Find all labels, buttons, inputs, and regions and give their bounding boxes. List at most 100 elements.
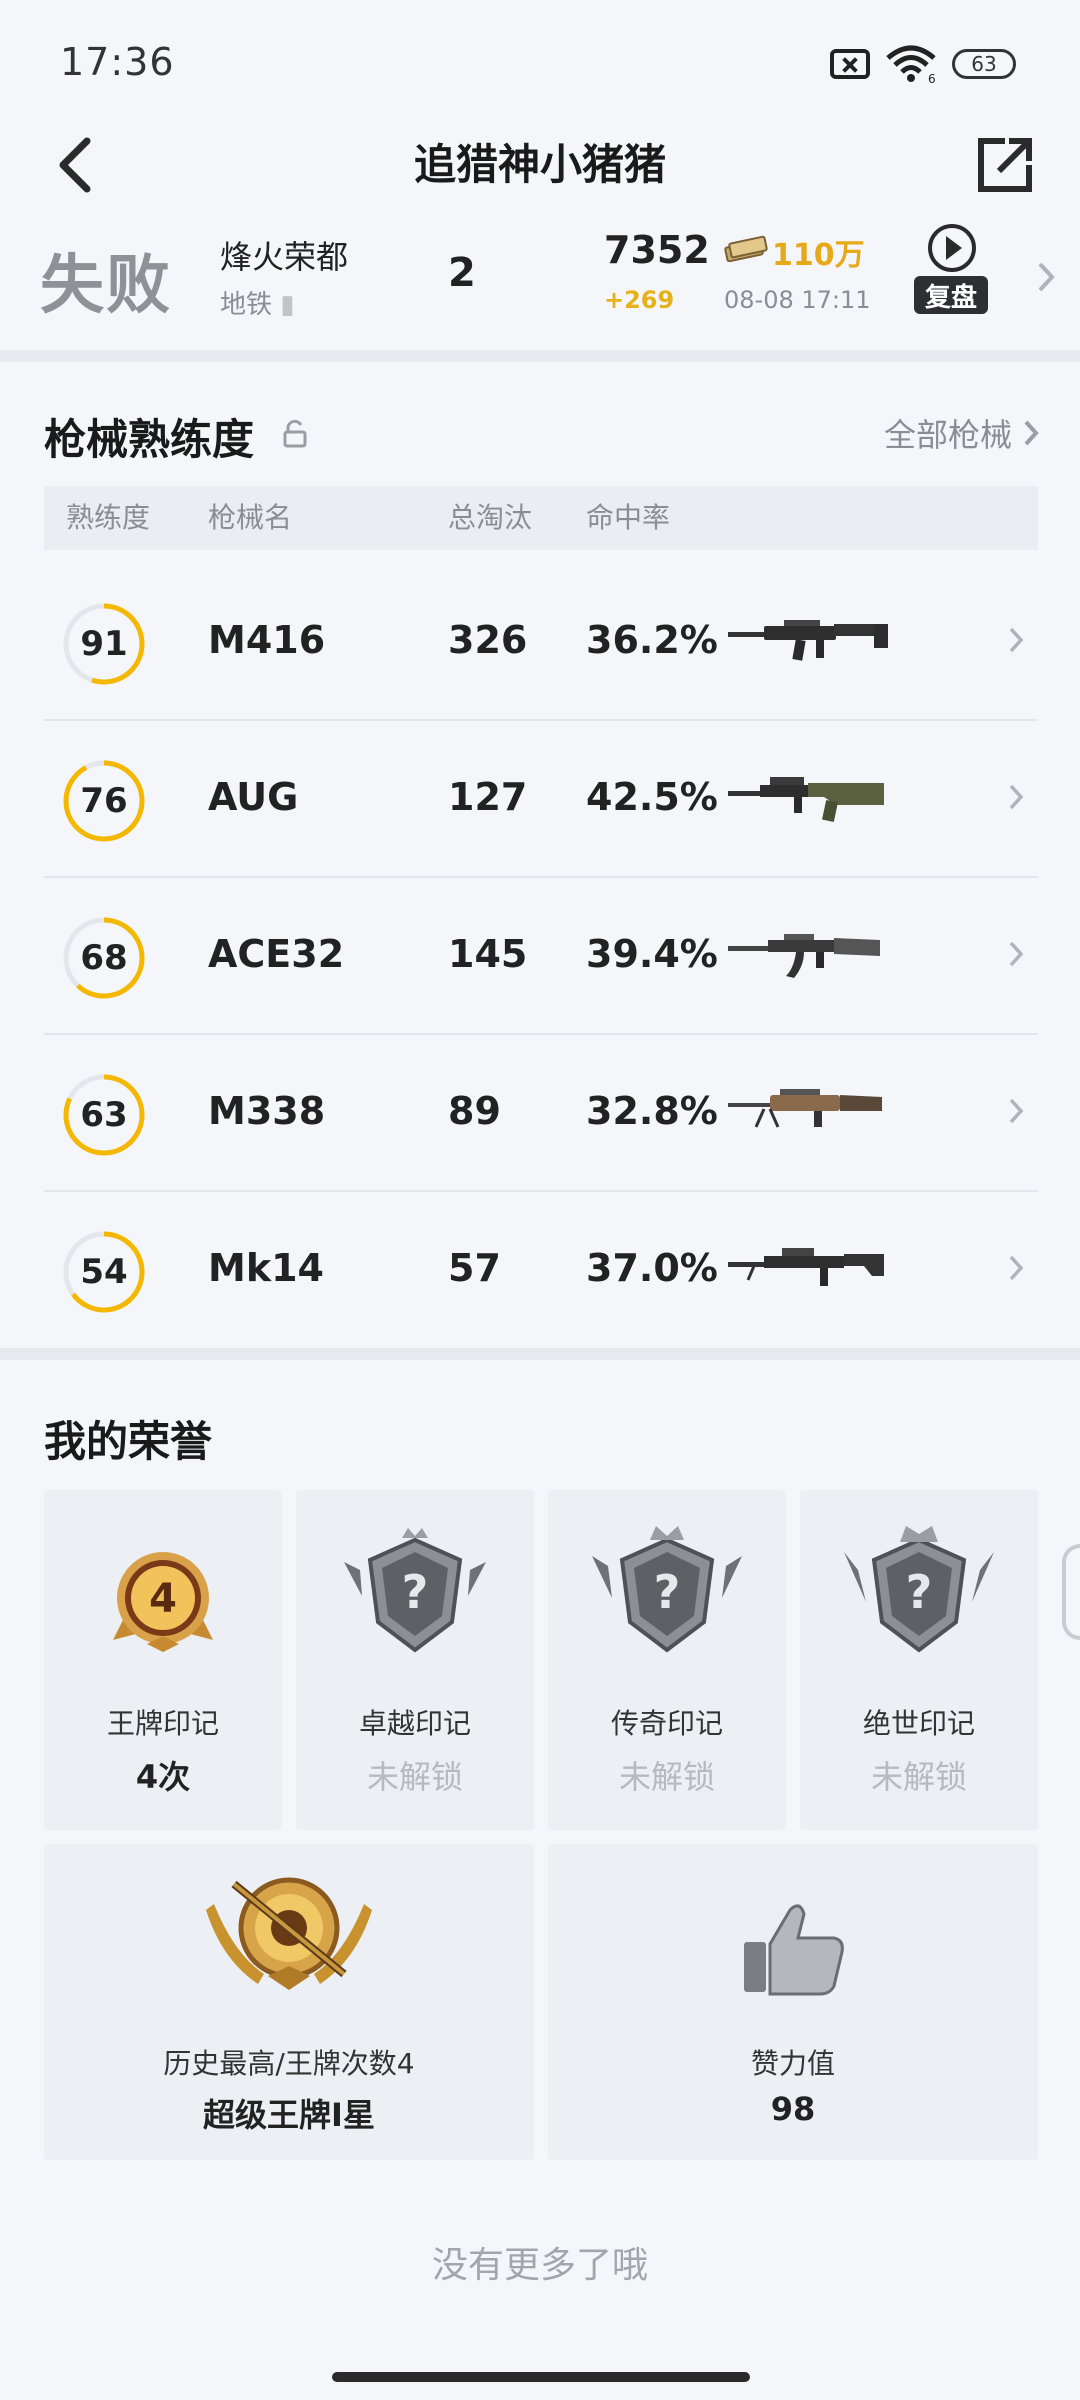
column-header: 熟练度 [66, 501, 151, 534]
weapon-accuracy: 36.2% [586, 618, 718, 662]
no-sim-icon [830, 49, 870, 79]
chevron-right-icon [1009, 1255, 1024, 1281]
proficiency-value: 63 [80, 1095, 128, 1135]
weapon-kills: 145 [448, 932, 528, 976]
proficiency-value: 76 [80, 781, 128, 821]
svg-text:?: ? [402, 1565, 429, 1619]
weapon-kills: 326 [448, 618, 528, 662]
thumbs-up-icon [744, 1904, 844, 1996]
weapon-kills: 89 [448, 1089, 501, 1133]
share-button[interactable] [960, 110, 1050, 220]
cash-stack-icon [724, 235, 768, 262]
honor-value: 未解锁 [870, 1758, 967, 1796]
likes-card[interactable]: 赞力值 98 [548, 1844, 1038, 2160]
ace-tier-emblem-icon [206, 1877, 372, 1990]
proficiency-value: 91 [80, 624, 128, 664]
chevron-right-icon [1009, 941, 1024, 967]
weapon-row[interactable]: 68 ACE32 145 39.4% [44, 878, 1038, 1035]
weapon-row[interactable]: 76 AUG 127 42.5% [44, 721, 1038, 878]
weapon-accuracy: 39.4% [586, 932, 718, 976]
honor-value: 未解锁 [366, 1758, 463, 1796]
status-bar: 17:36 6 63 [0, 0, 1080, 110]
page-title: 追猎神小猪猪 [413, 140, 666, 189]
likes-value: 98 [770, 2090, 816, 2128]
column-header: 命中率 [586, 501, 671, 534]
match-score: 7352 [604, 228, 710, 272]
honor-value: 4次 [135, 1758, 191, 1796]
honor-value: 未解锁 [618, 1758, 715, 1796]
chevron-right-icon [1009, 1098, 1024, 1124]
best-tier-card[interactable]: 历史最高/王牌次数4 超级王牌Ⅰ星 [44, 1844, 534, 2160]
weapon-kills: 57 [448, 1246, 501, 1290]
score-delta: +269 [604, 286, 675, 314]
weapon-name: M338 [208, 1089, 326, 1133]
unlock-icon [283, 419, 307, 448]
ace-badge-number: 4 [149, 1576, 177, 1622]
likes-label: 赞力值 [750, 2047, 835, 2080]
share-icon [978, 138, 1032, 192]
map-name: 烽火荣都 [220, 238, 349, 276]
best-tier-value: 超级王牌Ⅰ星 [203, 2096, 375, 2134]
weapon-name: AUG [208, 775, 299, 819]
m338-gun-icon [728, 1089, 882, 1128]
chevron-right-icon [1024, 420, 1039, 446]
chevron-right-icon [1009, 784, 1024, 810]
match-result: 失败 [40, 249, 172, 323]
weapon-name: Mk14 [208, 1246, 324, 1290]
honor-card-excellent[interactable]: ? 卓越印记 未解锁 [296, 1490, 534, 1830]
best-tier-label: 历史最高/王牌次数4 [163, 2047, 415, 2080]
battery-indicator: 63 [952, 49, 1016, 79]
chevron-right-icon [1038, 262, 1055, 292]
proficiency-value: 68 [80, 938, 128, 978]
weapon-row[interactable]: 63 M338 89 32.8% [44, 1035, 1038, 1192]
ace32-rifle-icon [728, 934, 880, 978]
weapon-row[interactable]: 91 M416 326 36.2% [44, 564, 1038, 721]
replay-label: 复盘 [914, 276, 988, 314]
weapon-row[interactable]: 54 Mk14 57 37.0% [44, 1192, 1038, 1349]
replay-button[interactable]: 复盘 [914, 220, 994, 330]
locked-mark-badge-icon: ? [592, 1526, 742, 1653]
match-time: 08-08 17:11 [724, 286, 871, 314]
weapon-name: M416 [208, 618, 326, 662]
all-weapons-label: 全部枪械 [883, 416, 1012, 454]
back-button[interactable] [30, 110, 120, 220]
weapon-accuracy: 42.5% [586, 775, 718, 819]
weapon-accuracy: 32.8% [586, 1089, 718, 1133]
honor-label: 卓越印记 [358, 1707, 471, 1740]
honor-label: 王牌印记 [106, 1707, 219, 1740]
weapon-kills: 127 [448, 775, 528, 819]
weapon-accuracy: 37.0% [586, 1246, 718, 1290]
all-weapons-link[interactable]: 全部枪械 [884, 410, 1040, 456]
back-arrow-icon [59, 137, 91, 193]
mode-label: 地铁 [220, 290, 273, 320]
honor-label: 绝世印记 [862, 1707, 975, 1740]
aug-rifle-icon [728, 777, 884, 823]
match-rank: 2 [448, 250, 476, 296]
weapons-section-title: 枪械熟练度 [44, 415, 255, 464]
status-icons: 6 63 [830, 44, 1016, 84]
svg-text:?: ? [654, 1565, 681, 1619]
cash-amount: 110万 [772, 238, 865, 273]
locked-mark-badge-icon: ? [344, 1528, 486, 1653]
proficiency-value: 54 [80, 1252, 128, 1292]
mk14-rifle-icon [728, 1248, 884, 1286]
side-pull-handle[interactable] [1062, 1544, 1080, 1640]
no-more-text: 没有更多了哦 [431, 2245, 648, 2286]
honor-card-ace[interactable]: 4 王牌印记 4次 [44, 1490, 282, 1830]
ace-mark-badge-icon: 4 [113, 1552, 213, 1652]
replay-icon [928, 224, 976, 272]
section-divider [0, 350, 1080, 362]
column-header: 枪械名 [208, 501, 293, 534]
person-icon: ▮ [280, 290, 295, 320]
locked-mark-badge-icon: ? [844, 1526, 994, 1653]
honor-label: 传奇印记 [610, 1707, 723, 1740]
match-summary[interactable]: 失败 烽火荣都 地铁 ▮ 2 7352 +269 110万 08-08 17:1… [0, 220, 1080, 350]
mode-name: 地铁 ▮ [220, 284, 295, 321]
column-header: 总淘汰 [448, 501, 533, 534]
wifi-label: 6 [928, 72, 936, 84]
weapons-table-header: 熟练度 枪械名 总淘汰 命中率 [44, 486, 1038, 550]
honor-card-supreme[interactable]: ? 绝世印记 未解锁 [800, 1490, 1038, 1830]
home-indicator[interactable] [332, 2372, 750, 2382]
honor-card-legend[interactable]: ? 传奇印记 未解锁 [548, 1490, 786, 1830]
status-time: 17:36 [60, 40, 175, 84]
